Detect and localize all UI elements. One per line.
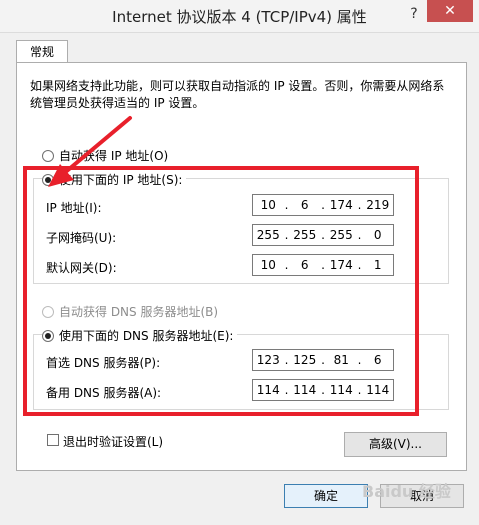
radio-auto-ip-label: 自动获得 IP 地址(O) [59, 149, 169, 163]
tab-general[interactable]: 常规 [16, 40, 68, 63]
help-icon[interactable]: ? [404, 2, 424, 26]
ok-button[interactable]: 确定 [284, 484, 368, 508]
annotation-highlight-box [23, 166, 419, 416]
radio-auto-ip[interactable]: 自动获得 IP 地址(O) [42, 147, 168, 164]
watermark-logo: Baidu 经验 [362, 482, 451, 501]
close-icon[interactable]: ✕ [427, 0, 473, 22]
radio-auto-ip-button[interactable] [42, 149, 54, 162]
validate-label: 退出时验证设置(L) [63, 435, 164, 449]
title-bar: Internet 协议版本 4 (TCP/IPv4) 属性 ? ✕ [0, 0, 479, 33]
validate-checkbox[interactable] [47, 434, 59, 446]
description-text: 如果网络支持此功能，则可以获取自动指派的 IP 设置。否则，你需要从网络系统管理… [30, 79, 445, 110]
advanced-button[interactable]: 高级(V)... [344, 432, 447, 457]
